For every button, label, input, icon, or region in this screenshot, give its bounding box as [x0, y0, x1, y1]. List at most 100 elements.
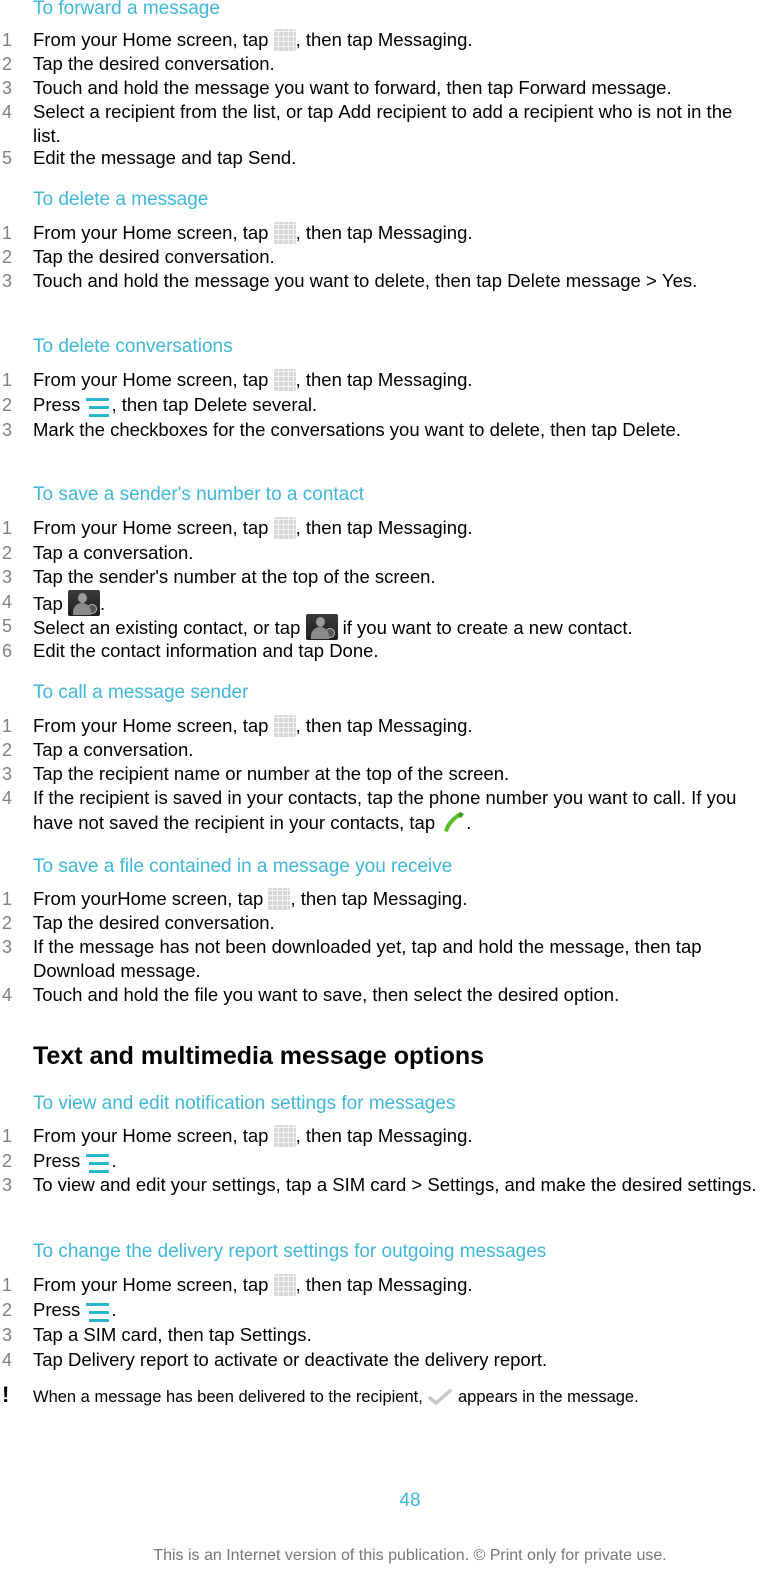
- step-text: Tap Delivery report to activate or deact…: [33, 1348, 758, 1372]
- ui-term: Delete: [622, 419, 676, 440]
- text-run: To view and edit your settings, tap a SI…: [33, 1174, 428, 1195]
- text-run: .: [467, 29, 473, 50]
- text-run: , then tap: [290, 888, 373, 909]
- delivered-check-icon: [427, 1388, 453, 1406]
- text-run: Tap: [33, 1349, 68, 1370]
- step-number: 3: [2, 420, 13, 440]
- text-run: Tap the sender's number at the top of th…: [33, 566, 436, 587]
- step-text: If the message has not been downloaded y…: [33, 935, 758, 983]
- step-text: Tap the desired conversation.: [33, 52, 758, 76]
- step-text: From your Home screen, tap , then tap Me…: [33, 516, 758, 540]
- text-run: >: [640, 270, 662, 291]
- step-text: Tap a SIM card, then tap Settings.: [33, 1323, 758, 1347]
- text-run: to activate or deactivate the delivery r…: [188, 1349, 548, 1370]
- menu-bar: [89, 1162, 110, 1165]
- text-run: Press: [33, 394, 86, 415]
- ui-term: Settings: [239, 1324, 307, 1345]
- section-heading: To forward a message: [33, 0, 220, 19]
- text-run: .: [467, 222, 473, 243]
- menu-bar: [89, 414, 110, 417]
- text-run: .: [195, 960, 201, 981]
- text-run: From your Home screen, tap: [33, 369, 274, 390]
- ui-term: Messaging: [377, 715, 468, 736]
- text-run: From your Home screen, tap: [33, 517, 274, 538]
- ui-term: Messaging: [377, 369, 468, 390]
- step-number: 1: [2, 223, 13, 243]
- text-run: .: [373, 640, 379, 661]
- ui-term: Settings: [427, 1174, 495, 1195]
- step-text: From yourHome screen, tap , then tap Mes…: [33, 887, 758, 911]
- text-run: if you want to create a new contact.: [337, 617, 633, 638]
- text-run: .: [467, 715, 473, 736]
- step-number: 3: [2, 764, 13, 784]
- ui-term: Delete message: [507, 270, 641, 291]
- text-run: , then tap: [295, 29, 378, 50]
- plus-badge: [324, 628, 335, 638]
- step-number: 1: [2, 370, 13, 390]
- step-text: Edit the message and tap Send.: [33, 146, 758, 170]
- step-number: 4: [2, 1350, 13, 1370]
- text-run: Edit the message and tap: [33, 147, 248, 168]
- text-run: From yourHome screen, tap: [33, 888, 269, 909]
- chapter-title: Text and multimedia message options: [33, 1042, 485, 1070]
- step-number: 1: [2, 1126, 13, 1146]
- menu-bar: [86, 398, 110, 401]
- app-grid-icon: [273, 517, 296, 539]
- step-text: From your Home screen, tap , then tap Me…: [33, 28, 758, 52]
- ui-term: Forward message: [518, 77, 667, 98]
- app-grid-icon: [273, 369, 296, 391]
- step-number: 2: [2, 543, 13, 563]
- step-number: 2: [2, 54, 13, 74]
- step-number: 1: [2, 1275, 13, 1295]
- ui-term: Messaging: [377, 517, 468, 538]
- text-run: Touch and hold the message you want to f…: [33, 77, 519, 98]
- step-number: 4: [2, 985, 13, 1005]
- step-text: From your Home screen, tap , then tap Me…: [33, 368, 758, 392]
- text-run: From your Home screen, tap: [33, 29, 274, 50]
- text-run: From your Home screen, tap: [33, 1274, 274, 1295]
- menu-bar: [86, 1303, 110, 1306]
- ui-term: Messaging: [377, 1125, 468, 1146]
- ui-term: Delivery report: [67, 1349, 189, 1370]
- text-run: appears in the message.: [453, 1388, 639, 1406]
- ui-term: Add recipient: [338, 101, 447, 122]
- text-run: .: [306, 1324, 312, 1345]
- step-number: 3: [2, 78, 13, 98]
- step-number: 4: [2, 102, 13, 122]
- text-run: Tap the desired conversation.: [33, 246, 275, 267]
- ui-term: Messaging: [377, 1274, 468, 1295]
- text-run: .: [467, 1125, 473, 1146]
- step-text: Touch and hold the message you want to f…: [33, 76, 758, 100]
- text-run: Press: [33, 1299, 86, 1320]
- text-run: Tap the desired conversation.: [33, 53, 275, 74]
- step-text: Press , then tap Delete several.: [33, 393, 758, 419]
- text-run: Mark the checkboxes for the conversation…: [33, 419, 623, 440]
- text-run: , then tap: [295, 517, 378, 538]
- section-heading: To view and edit notification settings f…: [33, 1093, 456, 1114]
- text-run: Select a recipient from the list, or tap: [33, 101, 339, 122]
- section-heading: To save a sender's number to a contact: [33, 484, 365, 505]
- text-run: , then tap: [295, 222, 378, 243]
- step-text: Mark the checkboxes for the conversation…: [33, 418, 758, 442]
- step-text: Tap .: [33, 590, 758, 616]
- step-number: 6: [2, 641, 13, 661]
- step-text: Select a recipient from the list, or tap…: [33, 100, 758, 148]
- app-grid-icon: [268, 888, 291, 910]
- step-text: If the recipient is saved in your contac…: [33, 786, 758, 835]
- ui-term: Send: [247, 147, 292, 168]
- step-number: 1: [2, 518, 13, 538]
- app-grid-icon: [273, 715, 296, 737]
- step-number: 1: [2, 716, 13, 736]
- footer-disclaimer: This is an Internet version of this publ…: [153, 1547, 667, 1564]
- text-run: .: [111, 1150, 117, 1171]
- add-contact-icon: [305, 614, 338, 640]
- text-run: Tap a SIM card, then tap: [33, 1324, 240, 1345]
- text-run: When a message has been delivered to the…: [33, 1388, 428, 1406]
- section-heading: To delete a message: [33, 189, 209, 210]
- ui-term: Delete several: [193, 394, 312, 415]
- step-text: From your Home screen, tap , then tap Me…: [33, 714, 758, 738]
- step-number: 2: [2, 395, 13, 415]
- text-run: Select an existing contact, or tap: [33, 617, 306, 638]
- text-run: Tap the desired conversation.: [33, 912, 275, 933]
- text-run: , then tap: [295, 1125, 378, 1146]
